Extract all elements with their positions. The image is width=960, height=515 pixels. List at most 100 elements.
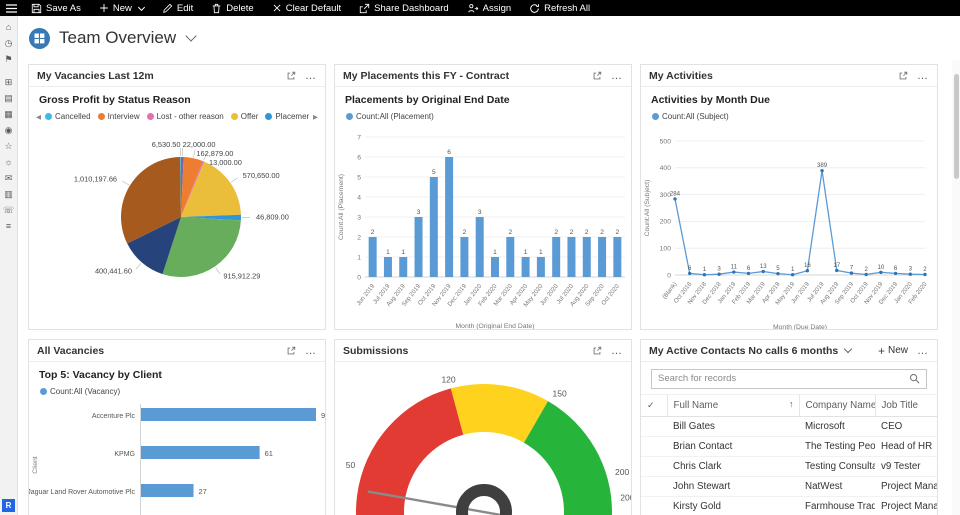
pie-chart: 22,000.00 162,879.00 13,000.00 570,650.00 46… (29, 125, 325, 329)
more-options-icon[interactable]: … (917, 345, 929, 356)
contact-name-link[interactable]: Bill Gates (667, 416, 799, 437)
contact-job: Head of HR (875, 436, 937, 457)
contact-row[interactable]: Kirsty GoldFarmhouse TradingProject Mana… (641, 496, 937, 515)
panel-collapse-chevron-icon[interactable] (844, 344, 853, 354)
scrollbar-thumb[interactable] (954, 74, 959, 179)
gauge-chart-svg[interactable]: 50 120 150 200 200 (335, 362, 632, 515)
panel-submissions: Submissions … 50 120 150 200 200 (334, 339, 632, 515)
sidebar-item-opportunities[interactable]: ☼ (0, 154, 17, 170)
edit-button[interactable]: Edit (153, 0, 202, 16)
svg-text:150: 150 (553, 388, 567, 398)
app-badge[interactable]: R (2, 499, 15, 512)
contact-row[interactable]: Bill Gates Microsoft CEO (641, 416, 937, 437)
save-as-button[interactable]: Save As (22, 0, 90, 16)
contact-company-link[interactable]: Farmhouse Trading (799, 496, 875, 515)
expand-panel-icon[interactable] (592, 71, 602, 81)
svg-text:46,809.00: 46,809.00 (256, 213, 289, 222)
column-header-full-name[interactable]: Full Name ↑ (666, 393, 799, 417)
search-input[interactable] (651, 368, 927, 389)
more-options-icon[interactable]: … (611, 70, 623, 81)
contact-company-link[interactable]: NatWest (799, 476, 875, 497)
svg-text:6: 6 (688, 265, 692, 272)
assign-button[interactable]: Assign (458, 0, 521, 16)
svg-text:22,000.00: 22,000.00 (183, 140, 216, 149)
contact-row[interactable]: Chris ClarkTesting Consultancyv9 Tester (641, 456, 937, 477)
expand-panel-icon[interactable] (286, 346, 296, 356)
contact-row[interactable]: John StewartNatWestProject Manager (641, 476, 937, 497)
delete-button[interactable]: Delete (202, 0, 262, 16)
sidebar-item-dashboards[interactable]: ⊞ (0, 74, 17, 90)
new-button[interactable]: New (90, 0, 153, 16)
refresh-all-button[interactable]: Refresh All (520, 0, 599, 16)
bar-chart: 0 1 2 3 4 5 6 7 2 Jun 2019 1 Jul 2019 1 Aug 2019 3 Sep … (335, 125, 632, 330)
contact-company-link[interactable]: Microsoft (799, 416, 875, 437)
expand-panel-icon[interactable] (592, 346, 602, 356)
line-legend: Count:All (Subject) (641, 108, 937, 125)
assign-label: Assign (482, 2, 512, 14)
new-record-button[interactable]: + New (877, 343, 908, 358)
legend-scroll-left-icon[interactable]: ◀ (36, 113, 41, 121)
svg-text:50: 50 (346, 460, 356, 470)
sidebar-item-pinned[interactable]: ⚑ (0, 51, 17, 67)
contact-company-link[interactable]: Testing Consultancy (799, 456, 875, 477)
contact-name-link[interactable]: Chris Clark (667, 456, 799, 477)
expand-panel-icon[interactable] (286, 71, 296, 81)
sidebar-item-lists[interactable]: ≡ (0, 218, 17, 234)
legend-swatch (146, 113, 154, 120)
svg-text:2: 2 (585, 229, 589, 236)
bar-chart-svg[interactable]: 012345672Jun 20191Jul 20191Aug 20193Sep … (335, 125, 632, 330)
svg-text:Count:All (Placement): Count:All (Placement) (338, 174, 345, 240)
contact-row[interactable]: Brian ContactThe Testing PeopleHead of H… (641, 436, 937, 457)
sidebar-item-reports[interactable]: ▥ (0, 186, 17, 202)
dashboard-grid-icon: ⊞ (4, 76, 13, 87)
more-options-icon[interactable]: … (305, 70, 317, 81)
more-options-icon[interactable]: … (611, 345, 623, 356)
search-icon[interactable] (909, 373, 920, 384)
sidebar-item-accounts[interactable]: ▦ (0, 106, 17, 122)
sidebar-item-leads[interactable]: ☆ (0, 138, 17, 154)
svg-text:Jaguar Land Rover Automotive P: Jaguar Land Rover Automotive Plc (29, 489, 135, 496)
svg-text:13: 13 (760, 263, 767, 270)
contact-company-link[interactable]: The Testing People (799, 436, 875, 457)
plus-icon: + (877, 343, 885, 358)
expand-panel-icon[interactable] (898, 71, 908, 81)
legend-item: Offer (230, 112, 258, 121)
contact-name-link[interactable]: John Stewart (667, 476, 799, 497)
legend-swatch (346, 113, 353, 120)
vertical-scrollbar[interactable] (952, 60, 960, 515)
svg-text:27: 27 (199, 487, 207, 496)
more-options-icon[interactable]: … (917, 70, 929, 81)
legend-item: Lost - other reason (146, 112, 224, 121)
svg-text:2: 2 (357, 234, 361, 241)
svg-text:200: 200 (615, 467, 629, 477)
svg-text:2: 2 (570, 229, 574, 236)
contact-job: Project Manager (875, 476, 937, 497)
contact-name-link[interactable]: Kirsty Gold (667, 496, 799, 515)
chart-subtitle: Top 5: Vacancy by Client (39, 369, 162, 381)
column-header-company-name[interactable]: Company Name (798, 393, 875, 417)
sidebar-item-recent[interactable]: ◷ (0, 35, 17, 51)
dashboard-selector-chevron-icon[interactable] (185, 30, 197, 42)
sidebar-item-contacts[interactable]: ◉ (0, 122, 17, 138)
share-dashboard-button[interactable]: Share Dashboard (350, 0, 457, 16)
hamburger-menu-icon[interactable] (0, 3, 22, 13)
line-chart-svg[interactable]: 0100200300400500284(Blank)6Oct 20181Nov … (641, 125, 938, 330)
svg-text:1: 1 (357, 254, 361, 261)
sidebar-item-calls[interactable]: ☏ (0, 202, 17, 218)
clear-default-button[interactable]: Clear Default (263, 0, 350, 16)
contacts-table: ✓ Full Name ↑ Company Name Job Title Bill… (641, 393, 937, 515)
more-options-icon[interactable]: … (305, 345, 317, 356)
svg-text:6: 6 (357, 154, 361, 161)
column-header-job-title[interactable]: Job Title (874, 393, 937, 417)
sidebar-item-activities[interactable]: ▤ (0, 90, 17, 106)
svg-text:Month (Due Date): Month (Due Date) (773, 324, 827, 330)
sidebar-item-home[interactable]: ⌂ (0, 19, 17, 35)
pie-chart-svg[interactable]: 22,000.00162,879.0013,000.00570,650.00 46… (29, 125, 326, 329)
contact-name-link[interactable]: Brian Contact (667, 436, 799, 457)
svg-text:1: 1 (401, 249, 405, 256)
svg-text:90: 90 (321, 411, 326, 420)
select-all-checkmark-icon[interactable]: ✓ (641, 393, 667, 417)
legend-scroll-right-icon[interactable]: ▶ (313, 113, 318, 121)
sidebar-item-email[interactable]: ✉ (0, 170, 17, 186)
hbar-chart-svg[interactable]: 90 Accenture Plc 61 KPMG 27 Jaguar Land Rover… (29, 400, 326, 515)
